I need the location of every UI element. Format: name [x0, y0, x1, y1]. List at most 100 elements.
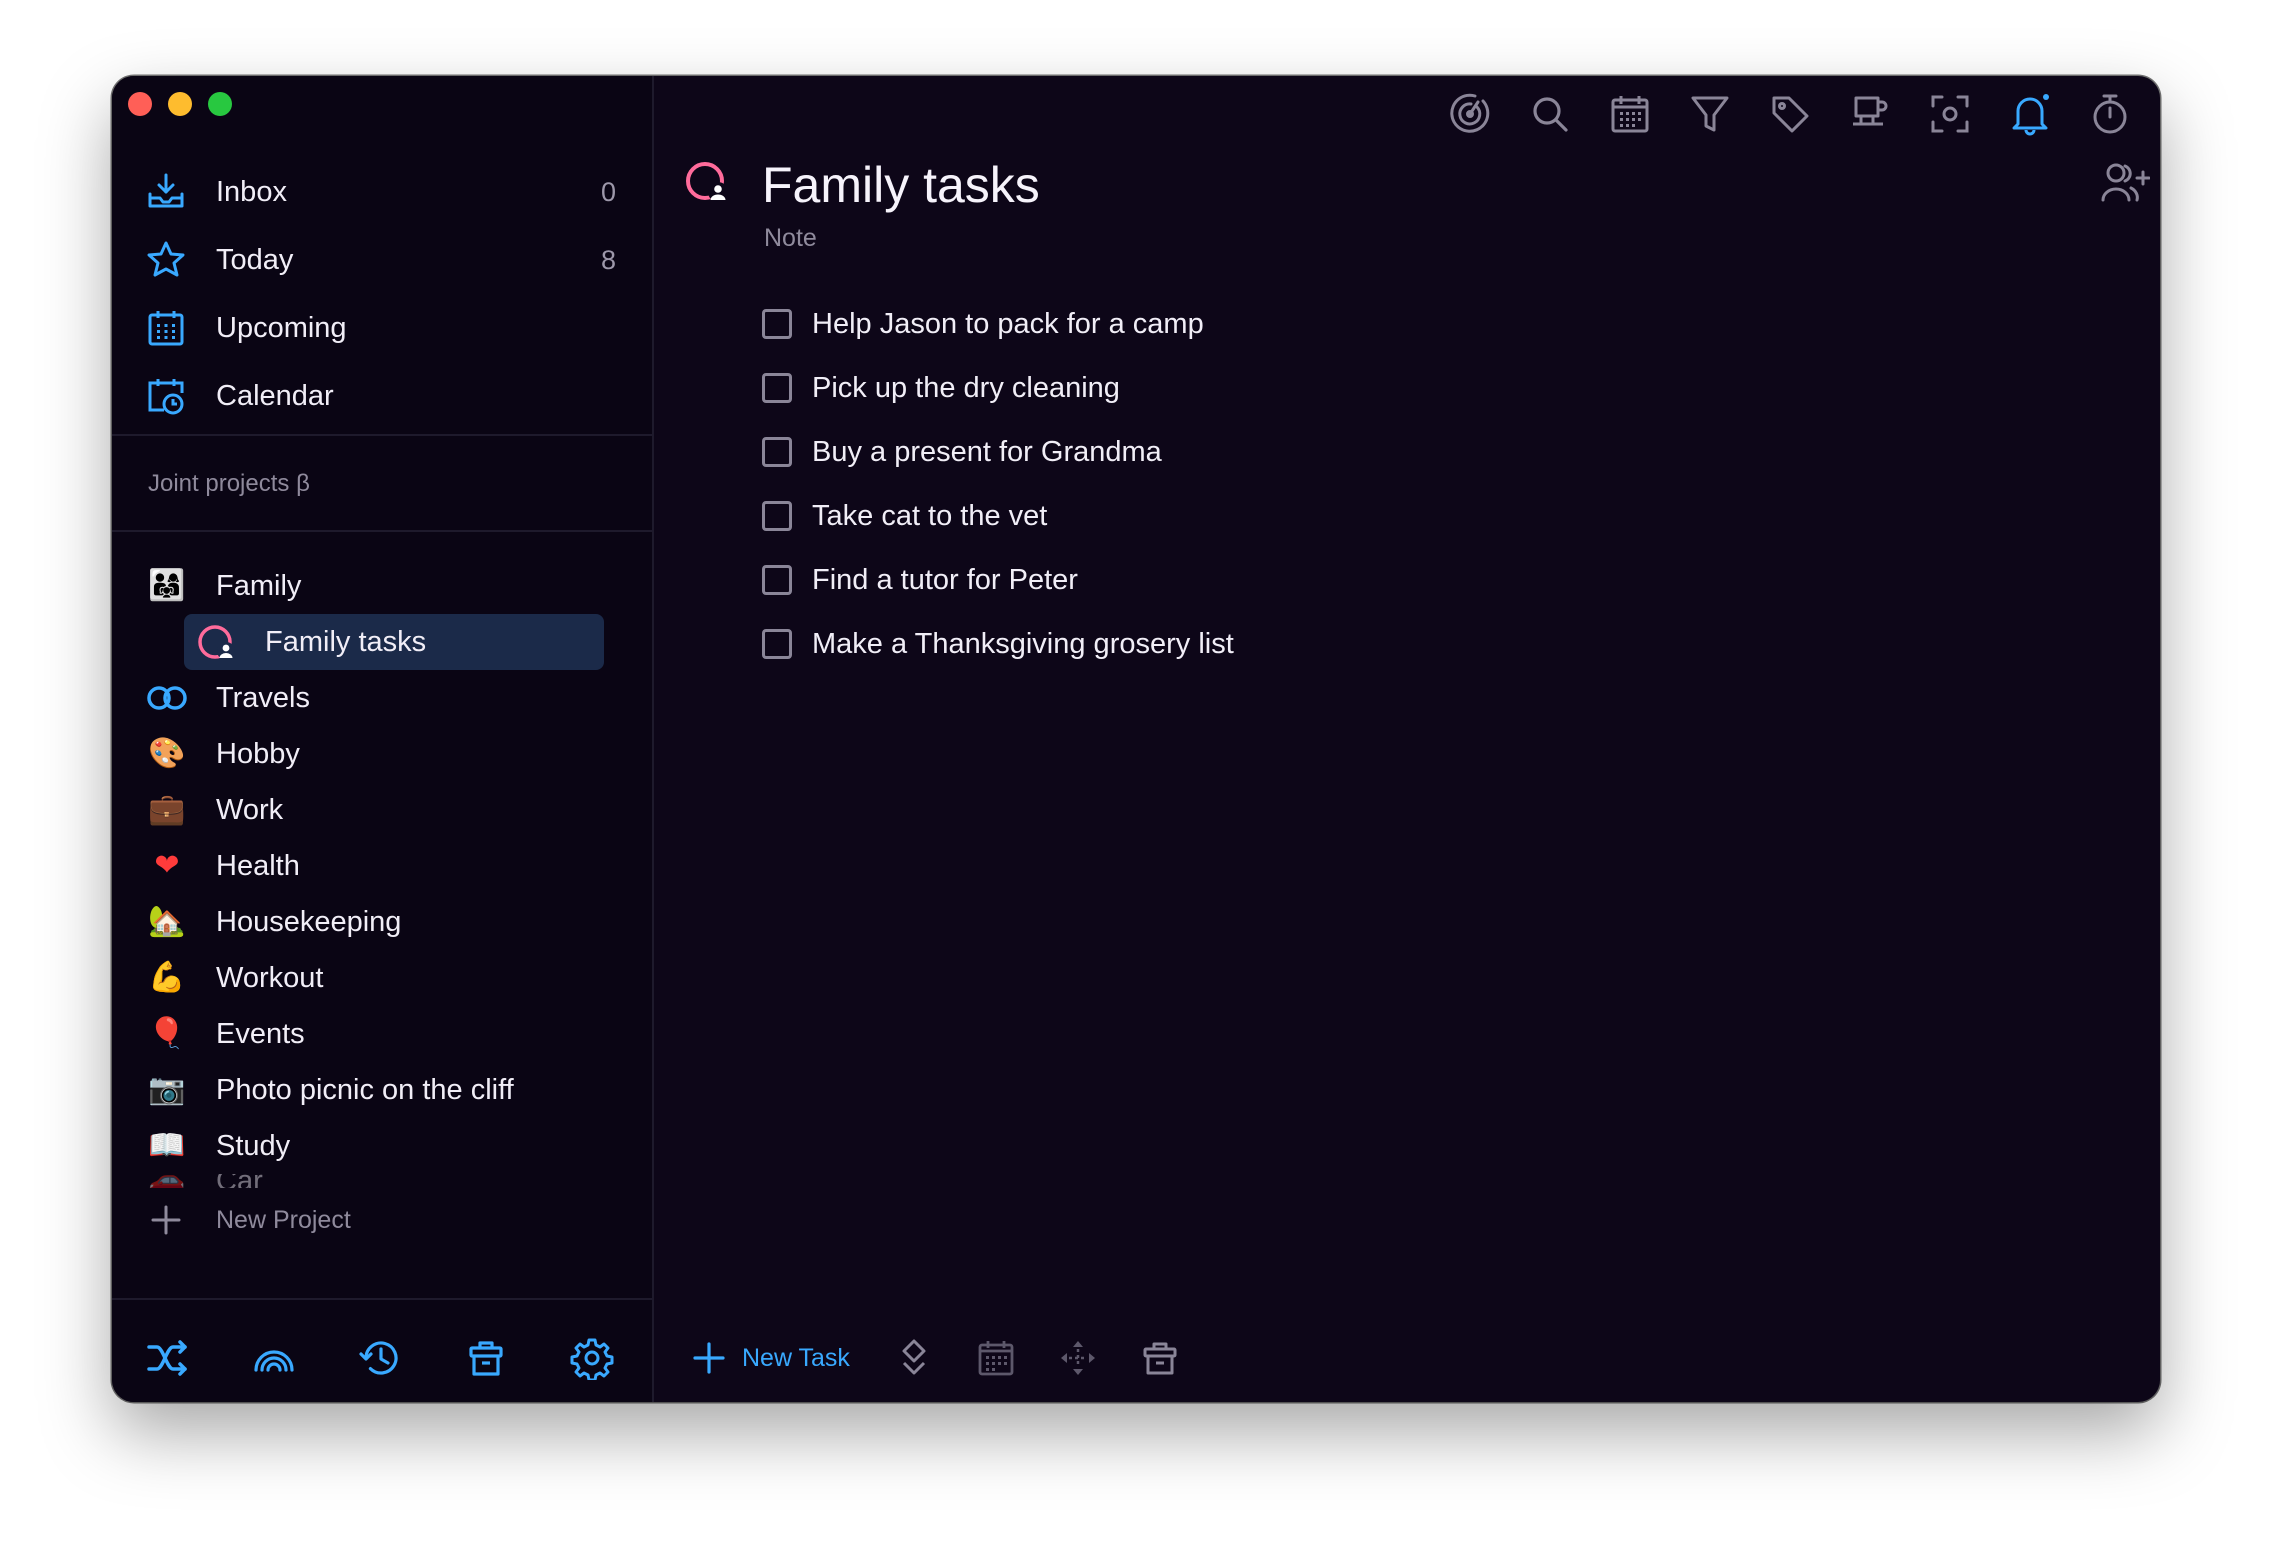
task-title[interactable]: Find a tutor for Peter: [812, 564, 1078, 597]
heart-emoji-icon: ❤: [154, 849, 180, 882]
zoom-window-button[interactable]: [208, 92, 232, 116]
task-row[interactable]: Help Jason to pack for a camp: [762, 292, 1234, 356]
sidebar-item-label: Family: [216, 569, 302, 602]
new-project-label: New Project: [216, 1205, 351, 1234]
book-emoji-icon: 📖: [148, 1129, 186, 1162]
sidebar-item-today[interactable]: Today 8: [112, 226, 652, 294]
task-checkbox[interactable]: [762, 373, 792, 403]
list-title[interactable]: Family tasks: [762, 156, 1040, 214]
sidebar-divider: [112, 530, 652, 532]
task-row[interactable]: Make a Thanksgiving grosery list: [762, 612, 1234, 676]
sidebar-item-calendar[interactable]: Calendar: [112, 362, 652, 430]
focus-icon[interactable]: [1448, 92, 1492, 136]
task-row[interactable]: Pick up the dry cleaning: [762, 356, 1234, 420]
task-title[interactable]: Buy a present for Grandma: [812, 436, 1162, 469]
sidebar: Inbox 0 Today 8 Upcoming Calendar Joint …: [112, 76, 654, 1402]
date-icon[interactable]: [976, 1338, 1016, 1378]
infinity-icon: [147, 686, 187, 710]
new-task-label: New Task: [742, 1343, 850, 1372]
sidebar-item-car[interactable]: 🚗 Car: [112, 1174, 652, 1188]
flexed-biceps-emoji-icon: 💪: [148, 961, 186, 994]
sidebar-item-inbox[interactable]: Inbox 0: [112, 158, 652, 226]
sidebar-item-work[interactable]: 💼 Work: [112, 782, 652, 838]
sidebar-item-hobby[interactable]: 🎨 Hobby: [112, 726, 652, 782]
task-checkbox[interactable]: [762, 565, 792, 595]
sidebar-item-label: Workout: [216, 961, 324, 994]
smart-lists: Inbox 0 Today 8 Upcoming Calendar: [112, 158, 652, 430]
shared-list-icon: [198, 625, 235, 660]
task-checkbox[interactable]: [762, 437, 792, 467]
delete-icon[interactable]: [1140, 1338, 1180, 1378]
task-checkbox[interactable]: [762, 309, 792, 339]
sidebar-bottom-bar: [112, 1328, 652, 1384]
today-count: 8: [600, 244, 616, 275]
plus-icon: [693, 1342, 725, 1374]
sidebar-divider: [112, 434, 652, 436]
calendar-icon[interactable]: [1608, 92, 1652, 136]
sidebar-item-family-tasks[interactable]: Family tasks: [112, 614, 652, 670]
sidebar-item-label: Health: [216, 849, 300, 882]
task-row[interactable]: Find a tutor for Peter: [762, 548, 1234, 612]
minimize-window-button[interactable]: [168, 92, 192, 116]
new-project-button[interactable]: New Project: [112, 1192, 652, 1248]
close-window-button[interactable]: [128, 92, 152, 116]
task-title[interactable]: Make a Thanksgiving grosery list: [812, 628, 1234, 661]
sidebar-item-label: Today: [216, 243, 294, 276]
task-title[interactable]: Help Jason to pack for a camp: [812, 308, 1204, 341]
sidebar-item-label: Inbox: [216, 175, 287, 208]
search-icon[interactable]: [1528, 92, 1572, 136]
sidebar-item-upcoming[interactable]: Upcoming: [112, 294, 652, 362]
sidebar-item-label: Housekeeping: [216, 905, 402, 938]
sidebar-item-health[interactable]: ❤ Health: [112, 838, 652, 894]
capture-icon[interactable]: [1928, 92, 1972, 136]
trash-icon[interactable]: [464, 1336, 508, 1380]
sidebar-item-label: Travels: [216, 681, 310, 714]
share-members-icon[interactable]: [2100, 160, 2150, 206]
app-window: Inbox 0 Today 8 Upcoming Calendar Joint …: [112, 76, 2160, 1402]
balloon-emoji-icon: 🎈: [148, 1017, 186, 1050]
task-checkbox[interactable]: [762, 629, 792, 659]
task-row[interactable]: Take cat to the vet: [762, 484, 1234, 548]
joint-projects-header[interactable]: Joint projects β: [148, 470, 310, 498]
coffee-icon[interactable]: [1848, 92, 1892, 136]
sidebar-item-workout[interactable]: 💪 Workout: [112, 950, 652, 1006]
new-task-button[interactable]: New Task: [692, 1336, 850, 1380]
filter-icon[interactable]: [1688, 92, 1732, 136]
sidebar-item-events[interactable]: 🎈 Events: [112, 1006, 652, 1062]
inbox-count: 0: [600, 176, 616, 207]
sidebar-item-study[interactable]: 📖 Study: [112, 1118, 652, 1174]
inbox-icon: [148, 173, 184, 208]
plus-icon: [151, 1205, 181, 1235]
sidebar-item-family[interactable]: 👨‍👩‍👧 Family: [112, 558, 652, 614]
task-list: Help Jason to pack for a camp Pick up th…: [762, 292, 1234, 676]
sidebar-item-label: Photo picnic on the cliff: [216, 1073, 514, 1106]
sidebar-item-housekeeping[interactable]: 🏡 Housekeeping: [112, 894, 652, 950]
shared-list-icon: [686, 162, 728, 202]
bell-icon[interactable]: [2008, 92, 2052, 136]
timer-icon[interactable]: [2088, 92, 2132, 136]
tag-icon[interactable]: [1768, 92, 1812, 136]
sidebar-item-photo-picnic[interactable]: 📷 Photo picnic on the cliff: [112, 1062, 652, 1118]
sidebar-item-label: Events: [216, 1017, 305, 1050]
priority-icon[interactable]: [894, 1338, 934, 1378]
calendar-grid-icon: [148, 311, 184, 346]
sidebar-item-travels[interactable]: Travels: [112, 670, 652, 726]
shuffle-icon[interactable]: [146, 1336, 190, 1380]
move-icon[interactable]: [1058, 1338, 1098, 1378]
task-checkbox[interactable]: [762, 501, 792, 531]
list-note[interactable]: Note: [764, 224, 817, 253]
task-title[interactable]: Take cat to the vet: [812, 500, 1047, 533]
house-emoji-icon: 🏡: [148, 905, 186, 938]
camera-emoji-icon: 📷: [148, 1073, 186, 1106]
history-icon[interactable]: [358, 1336, 402, 1380]
car-emoji-icon: 🚗: [146, 1174, 188, 1188]
sidebar-item-label: Family tasks: [265, 625, 427, 658]
sidebar-item-label: Hobby: [216, 737, 300, 770]
sidebar-item-label: Car: [216, 1174, 263, 1188]
sidebar-item-label: Work: [216, 793, 284, 826]
airdrop-icon[interactable]: [252, 1336, 296, 1380]
task-title[interactable]: Pick up the dry cleaning: [812, 372, 1120, 405]
settings-icon[interactable]: [570, 1336, 614, 1380]
main-pane: Family tasks Note Help Jason to pack for…: [654, 76, 2160, 1402]
task-row[interactable]: Buy a present for Grandma: [762, 420, 1234, 484]
